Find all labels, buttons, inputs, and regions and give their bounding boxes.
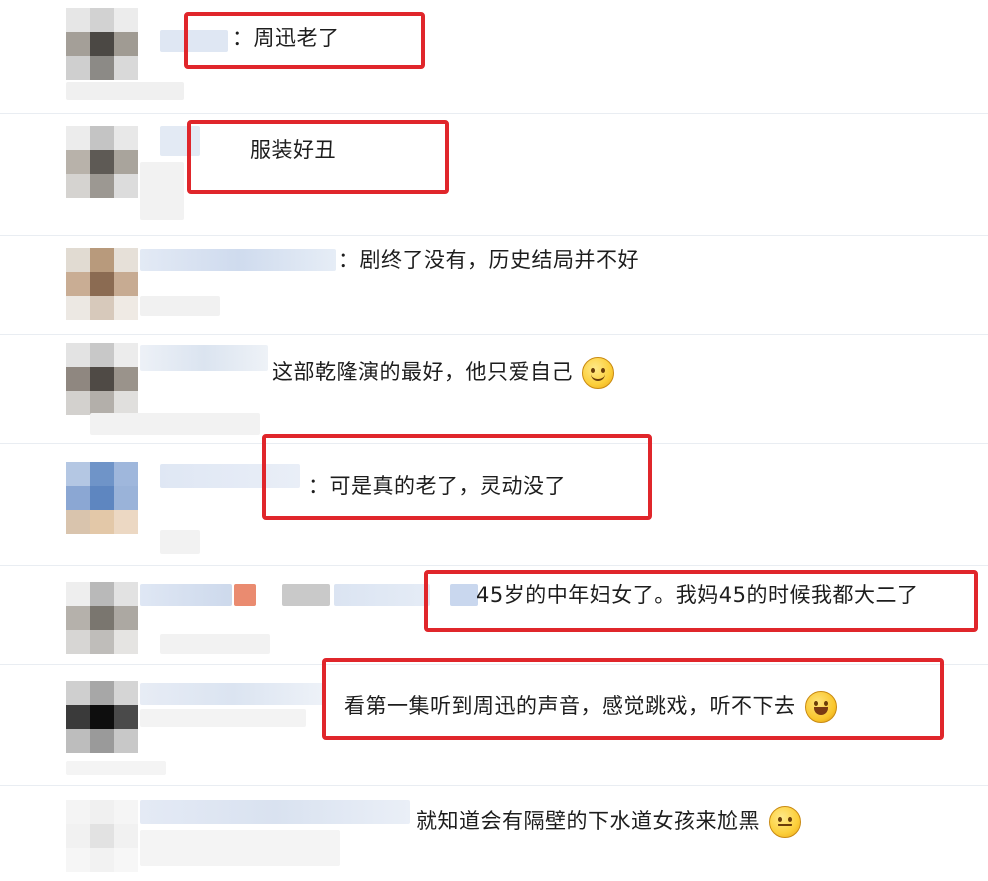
meta-blurred: [140, 830, 340, 866]
comment-item: 看第一集听到周迅的声音，感觉跳戏，听不下去: [0, 658, 988, 786]
avatar[interactable]: [66, 126, 138, 198]
comment-item: ：可是真的老了，灵动没了: [0, 434, 988, 566]
avatar[interactable]: [66, 343, 138, 415]
username-blurred[interactable]: [140, 800, 410, 824]
username-blurred[interactable]: [140, 584, 232, 606]
username-blurred[interactable]: [140, 249, 336, 271]
highlight-box: [187, 120, 449, 194]
meta-blurred: [140, 296, 220, 316]
meta-blurred: [66, 82, 184, 100]
comment-text: ：剧终了没有，历史结局并不好: [338, 248, 639, 272]
comment-text: 就知道会有隔壁的下水道女孩来尬黑: [416, 806, 802, 838]
comment-item: 就知道会有隔壁的下水道女孩来尬黑: [0, 786, 988, 881]
smile-icon: [582, 357, 615, 389]
comment-text: 这部乾隆演的最好，他只爱自己: [272, 357, 615, 389]
highlight-box: [184, 12, 425, 69]
avatar[interactable]: [66, 248, 138, 320]
meta-blurred: [66, 761, 166, 775]
comment-item: ：剧终了没有，历史结局并不好: [0, 236, 988, 335]
comment-item: 45岁的中年妇女了。我妈45的时候我都大二了: [0, 566, 988, 665]
highlight-box: [262, 434, 652, 520]
username-blurred[interactable]: [140, 345, 268, 371]
avatar[interactable]: [66, 8, 138, 80]
highlight-box: [424, 570, 978, 632]
badge-blurred: [334, 584, 430, 606]
meta-blurred: [160, 634, 270, 654]
avatar[interactable]: [66, 800, 138, 872]
medal-badge: [234, 584, 256, 606]
meta-blurred: [140, 709, 306, 727]
username-blurred[interactable]: [140, 683, 326, 705]
comment-item: 这部乾隆演的最好，他只爱自己: [0, 335, 988, 444]
comment-item: 服装好丑: [0, 114, 988, 236]
meta-blurred: [160, 530, 200, 554]
meta-blurred: [140, 162, 184, 220]
badge-blurred: [282, 584, 330, 606]
avatar[interactable]: [66, 582, 138, 654]
highlight-box: [322, 658, 944, 740]
comment-item: ：周迅老了: [0, 0, 988, 114]
shush-icon: [769, 806, 802, 838]
meta-blurred: [90, 413, 260, 435]
avatar[interactable]: [66, 462, 138, 534]
avatar[interactable]: [66, 681, 138, 753]
